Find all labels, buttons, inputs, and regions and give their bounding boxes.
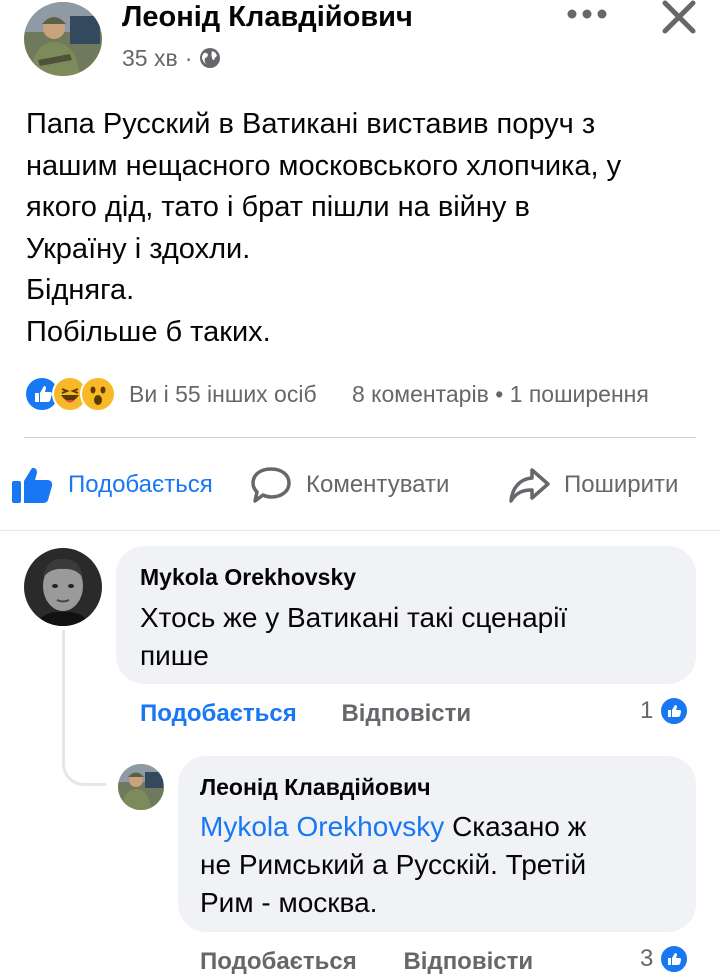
like-reaction-icon <box>659 696 690 726</box>
globe-icon[interactable] <box>199 47 221 69</box>
reaction-icons[interactable] <box>24 376 116 412</box>
comment-author[interactable]: Mykola Orekhovsky <box>140 564 356 591</box>
reply-like-button[interactable]: Подобається <box>200 948 357 975</box>
stats-dot: • <box>495 381 504 407</box>
share-count[interactable]: 1 поширення <box>510 381 649 407</box>
share-arrow-icon <box>509 468 550 503</box>
divider <box>24 437 696 438</box>
comment-like-button[interactable]: Подобається <box>140 700 297 727</box>
share-label: Поширити <box>564 471 679 498</box>
author-name[interactable]: Леонід Клавдійович <box>122 0 413 34</box>
comment-reaction-number: 1 <box>640 697 654 724</box>
comment-label: Коментувати <box>306 471 450 498</box>
comment-button[interactable]: Коментувати <box>250 460 449 510</box>
reply-author[interactable]: Леонід Клавдійович <box>200 774 431 801</box>
reply-thread-line <box>62 630 106 786</box>
like-reaction-icon <box>659 944 690 974</box>
share-button[interactable]: Поширити <box>508 460 678 510</box>
thumbs-up-icon <box>12 467 53 503</box>
comment-count[interactable]: 8 коментарів <box>352 381 489 407</box>
comment-icon <box>251 467 291 503</box>
reply-text-rest: не Римський а Русскій. Третій Рим - моск… <box>200 849 587 918</box>
like-button[interactable]: Подобається <box>10 460 213 510</box>
comment-reply-button[interactable]: Відповісти <box>341 700 471 727</box>
reply-text-line1: Сказано ж <box>444 811 587 842</box>
reply-bubble: Леонід Клавдійович Mykola Orekhovsky Ска… <box>178 756 696 932</box>
comment-bubble: Mykola Orekhovsky Хтось же у Ватикані та… <box>116 546 696 684</box>
divider <box>0 530 720 531</box>
reply-reply-button[interactable]: Відповісти <box>403 948 533 975</box>
meta-separator: · <box>184 45 193 71</box>
comment-text: Хтось же у Ватикані такі сценарії пише <box>140 602 568 671</box>
comment-actions: Подобається Відповісти <box>140 700 471 728</box>
post-meta: 35 хв · <box>122 44 221 72</box>
reply-reaction-number: 3 <box>640 945 654 972</box>
author-avatar[interactable] <box>24 2 102 76</box>
wow-reaction-icon <box>80 376 116 412</box>
close-icon[interactable] <box>660 0 698 34</box>
comment-reaction-count[interactable]: 1 <box>640 696 690 726</box>
reply-text: Mykola Orekhovsky Сказано ж не Римський а… <box>200 808 680 922</box>
post-stats: 8 коментарів • 1 поширення <box>352 381 649 408</box>
commenter-avatar[interactable] <box>24 548 102 626</box>
reply-mention[interactable]: Mykola Orekhovsky <box>200 811 444 842</box>
like-label: Подобається <box>68 471 213 498</box>
post-time[interactable]: 35 хв <box>122 44 178 72</box>
post-text: Папа Русский в Ватикані виставив поруч з… <box>26 108 622 348</box>
reaction-summary[interactable]: Ви і 55 інших осіб <box>129 381 317 408</box>
reply-author-avatar[interactable] <box>118 764 164 810</box>
more-options-icon[interactable] <box>566 4 608 24</box>
reply-reaction-count[interactable]: 3 <box>640 944 690 974</box>
